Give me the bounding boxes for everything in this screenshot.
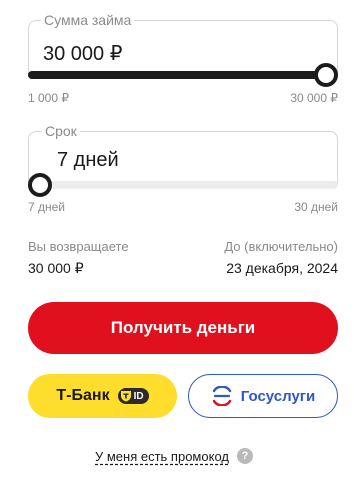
term-field-value[interactable]: 7 дней (57, 149, 119, 171)
term-slider-thumb[interactable] (28, 173, 52, 197)
amount-field[interactable]: Сумма займа 30 000 ₽ (28, 12, 338, 76)
term-max-label: 30 дней (294, 200, 338, 214)
return-label: Вы возвращаете (28, 239, 129, 254)
gosuslugi-logo-icon (212, 386, 231, 406)
term-min-label: 7 дней (28, 200, 66, 214)
due-date-value: 23 декабря, 2024 (226, 260, 338, 276)
term-slider-track[interactable] (28, 181, 338, 189)
get-money-button-label: Получить деньги (110, 318, 256, 337)
amount-min-label: 1 000 ₽ (28, 91, 69, 105)
tbank-button-label: Т-Банк (56, 387, 110, 404)
return-value: 30 000 ₽ (28, 260, 84, 276)
term-field-label: Срок (42, 123, 80, 139)
term-field[interactable]: Срок 7 дней (28, 123, 338, 185)
gosuslugi-button[interactable]: Госуслуги (188, 374, 338, 418)
question-circle-icon[interactable]: ? (236, 448, 253, 464)
amount-slider-thumb[interactable] (314, 63, 338, 87)
tbank-id-badge: ID (117, 388, 149, 404)
amount-field-label: Сумма займа (41, 12, 135, 28)
tbank-id-text: ID (133, 390, 144, 402)
get-money-button[interactable]: Получить деньги (28, 302, 338, 354)
gosuslugi-button-label: Госуслуги (240, 387, 316, 405)
amount-field-value[interactable]: 30 000 ₽ (43, 43, 122, 65)
amount-slider-track[interactable] (28, 71, 328, 79)
tbank-id-button[interactable]: Т-Банк ID (28, 374, 177, 418)
tbank-shield-icon (120, 391, 131, 402)
promo-code-link[interactable]: У меня есть промокод (95, 449, 229, 464)
amount-max-label: 30 000 ₽ (290, 91, 338, 105)
promo-code-row: У меня есть промокод ? (95, 448, 253, 464)
due-date-label: До (включительно) (224, 239, 338, 254)
